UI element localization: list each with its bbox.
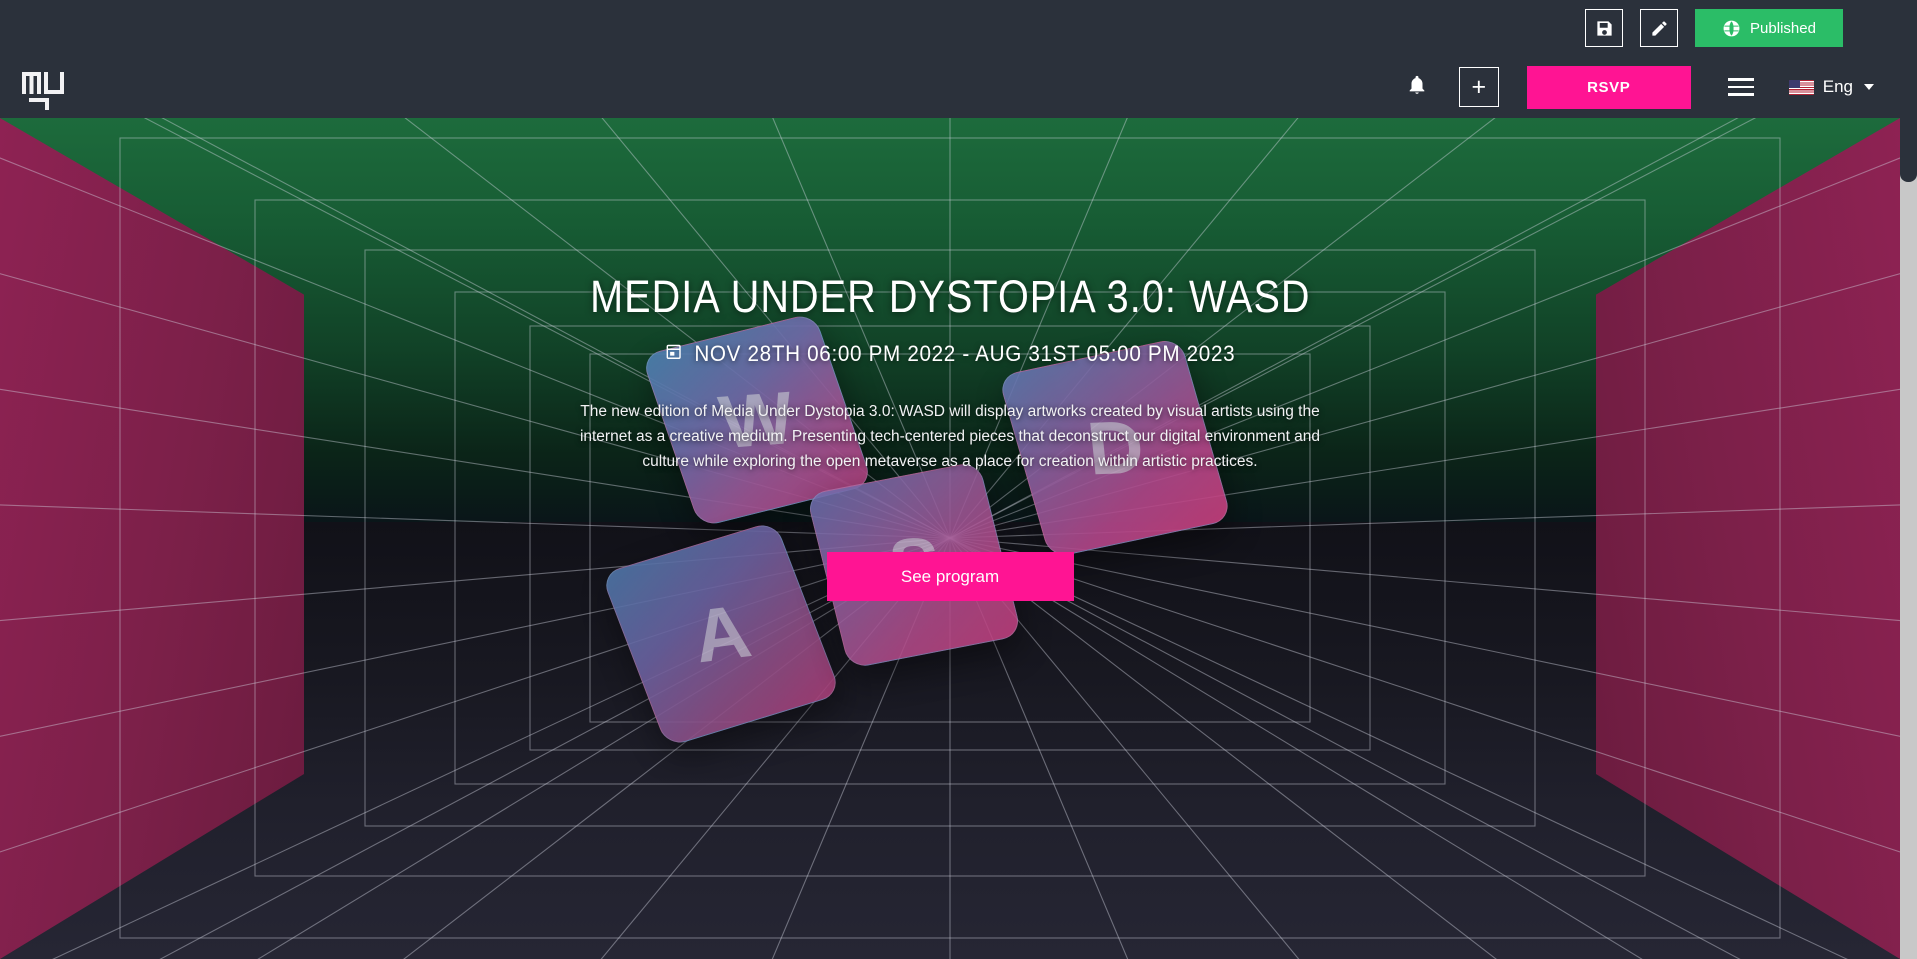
page-scrollbar[interactable] [1900, 0, 1917, 959]
app-root: Published + RSVP Eng W A D MEDIA UNDER D… [0, 0, 1917, 959]
save-button[interactable] [1585, 9, 1623, 47]
plus-icon: + [1471, 72, 1487, 101]
hamburger-menu-icon[interactable] [1721, 67, 1761, 107]
pencil-icon [1650, 19, 1669, 38]
add-button[interactable]: + [1458, 67, 1499, 107]
rsvp-button[interactable]: RSVP [1526, 65, 1691, 109]
chevron-down-icon [1864, 84, 1874, 90]
publish-status-button[interactable]: Published [1695, 9, 1843, 47]
notifications-button[interactable] [1395, 65, 1439, 109]
hero-background-scene: W A S D [0, 118, 1900, 959]
publish-label: Published [1750, 19, 1816, 37]
us-flag-icon [1788, 79, 1814, 95]
site-logo[interactable] [22, 64, 64, 110]
hero-banner: W A S D MEDIA UNDER DYSTOPIA 3.0: WASD [0, 118, 1900, 959]
language-label: Eng [1822, 77, 1853, 96]
language-selector[interactable]: Eng [1788, 77, 1874, 97]
globe-icon [1722, 19, 1741, 38]
site-navbar: + RSVP Eng [0, 56, 1900, 118]
bell-icon [1406, 73, 1428, 102]
edit-button[interactable] [1640, 9, 1678, 47]
admin-toolbar: Published [0, 0, 1900, 56]
see-program-button[interactable]: See program [826, 552, 1074, 601]
scrollbar-thumb[interactable] [1900, 0, 1917, 182]
navbar-actions: + RSVP Eng [1395, 65, 1900, 109]
floppy-disk-icon [1595, 19, 1614, 38]
